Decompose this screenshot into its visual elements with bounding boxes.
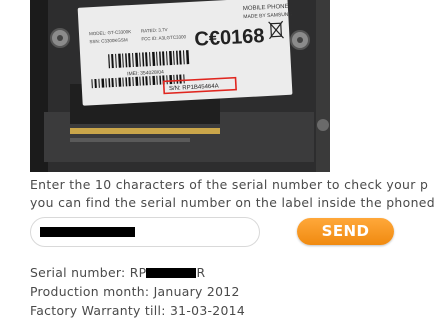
result-serial-suffix: R <box>196 265 206 280</box>
result-production-month: Production month: January 2012 <box>30 284 240 299</box>
weee-bin-icon <box>268 20 284 40</box>
redacted-serial-mark <box>40 227 135 237</box>
redacted-serial-mark <box>146 267 197 278</box>
ce-mark: C€0168 <box>194 25 265 51</box>
serial-input-container[interactable] <box>30 217 260 247</box>
result-warranty: Factory Warranty till: 31-03-2014 <box>30 303 246 318</box>
phone-label-photo-svg: MOBILE PHONE MADE BY SAMSUNG MODEL: GT-C… <box>30 0 330 172</box>
instructions-line-2: you can find the serial number on the la… <box>30 195 435 210</box>
result-serial-prefix: Serial number: RP <box>30 265 147 280</box>
result-serial-line: Serial number: RP R <box>30 263 430 282</box>
phone-label-photo: MOBILE PHONE MADE BY SAMSUNG MODEL: GT-C… <box>30 0 330 172</box>
instructions-text: Enter the 10 characters of the serial nu… <box>30 176 436 212</box>
result-panel: Serial number: RP R Production month: Jan… <box>30 263 430 320</box>
send-button[interactable]: SEND <box>297 218 394 245</box>
instructions-line-1: Enter the 10 characters of the serial nu… <box>30 177 429 192</box>
